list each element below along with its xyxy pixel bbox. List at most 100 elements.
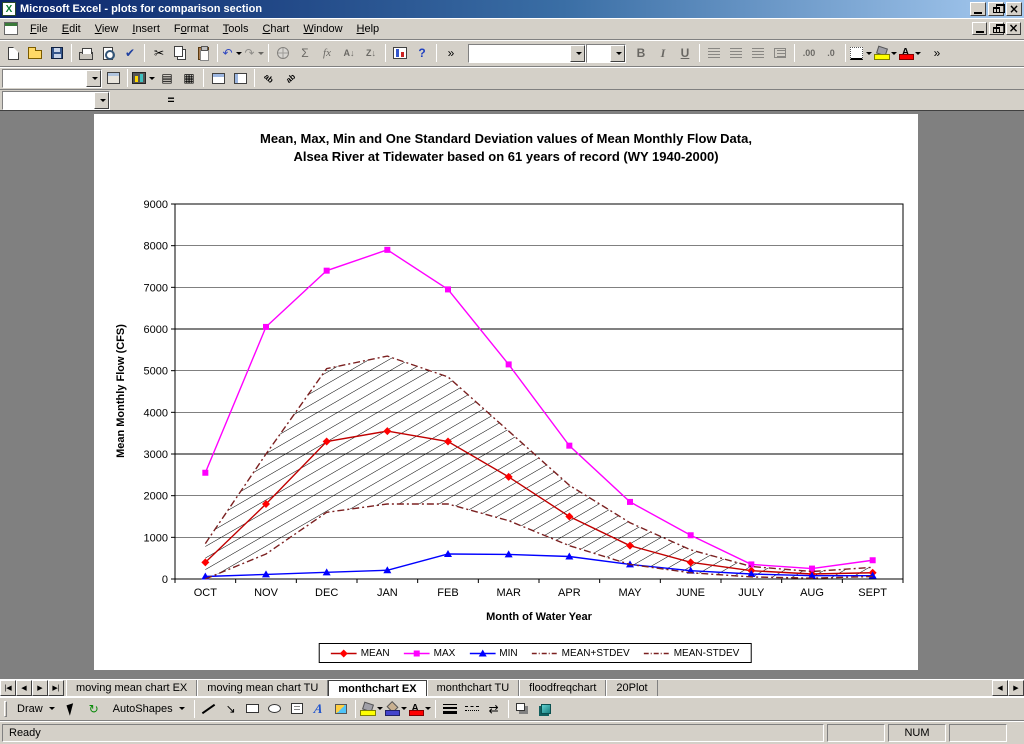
sheet-tab-floodfreqchart[interactable]: floodfreqchart (519, 680, 606, 696)
sheet-tab-monthchart-ex[interactable]: monthchart EX (328, 680, 426, 696)
line-button[interactable] (198, 699, 220, 719)
print-preview-button[interactable] (97, 43, 119, 63)
align-right-button[interactable] (747, 43, 769, 63)
arrow-button[interactable]: ↘ (220, 699, 242, 719)
text-box-button[interactable] (286, 699, 308, 719)
sheet-scroll-left-button[interactable]: ◀ (992, 680, 1008, 696)
spelling-button[interactable]: ✔ (119, 43, 141, 63)
by-row-button[interactable] (207, 68, 229, 88)
underline-button[interactable]: U (674, 43, 696, 63)
menu-window[interactable]: Window (296, 19, 349, 39)
sheet-tab-monthchart-tu[interactable]: monthchart TU (427, 680, 520, 696)
minimize-button[interactable] (970, 2, 986, 16)
fill-color-button[interactable] (359, 699, 384, 719)
menu-view[interactable]: View (88, 19, 126, 39)
align-left-button[interactable] (703, 43, 725, 63)
shadow-button[interactable] (512, 699, 534, 719)
menu-insert[interactable]: Insert (125, 19, 167, 39)
borders-button[interactable] (849, 43, 873, 63)
dash-style-button[interactable] (461, 699, 483, 719)
line-color-button[interactable] (384, 699, 408, 719)
redo-button[interactable]: ↷ (243, 43, 265, 63)
menu-tools[interactable]: Tools (216, 19, 256, 39)
font-size-dropdown-button[interactable] (610, 45, 625, 62)
formula-input[interactable] (180, 92, 1022, 109)
chart-sheet[interactable]: Mean, Max, Min and One Standard Deviatio… (94, 114, 918, 670)
menu-format[interactable]: Format (167, 19, 216, 39)
autosum-button[interactable]: Σ (294, 43, 316, 63)
help-button[interactable]: ? (411, 43, 433, 63)
angle-text-upward-button[interactable] (280, 68, 302, 88)
copy-button[interactable] (170, 43, 192, 63)
data-table-toggle-button[interactable]: ▦ (178, 68, 200, 88)
legend-item-mean-stdev[interactable]: MEAN-STDEV (637, 648, 747, 659)
rectangle-button[interactable] (242, 699, 264, 719)
legend-item-mean[interactable]: MEAN (324, 648, 397, 659)
merge-and-center-button[interactable] (769, 43, 791, 63)
angle-text-downward-button[interactable] (258, 68, 280, 88)
name-box-dropdown-button[interactable] (94, 92, 109, 109)
align-center-button[interactable] (725, 43, 747, 63)
close-window-button[interactable] (1006, 22, 1021, 35)
name-box[interactable] (2, 91, 110, 110)
new-button[interactable] (2, 43, 24, 63)
tab-scroll-next-button[interactable]: ▶ (32, 680, 48, 696)
3-d-button[interactable] (534, 699, 556, 719)
sort-ascending-button[interactable]: A↓ (338, 43, 360, 63)
draw-menu-button[interactable]: Draw (11, 699, 61, 719)
tab-scroll-first-button[interactable]: |◀ (0, 680, 16, 696)
restore-window-button[interactable] (989, 22, 1004, 35)
restore-button[interactable] (988, 2, 1004, 16)
insert-hyperlink-button[interactable] (272, 43, 294, 63)
sheet-scroll-right-button[interactable]: ▶ (1008, 680, 1024, 696)
toolbar-grab-handle[interactable] (4, 701, 7, 717)
free-rotate-button[interactable]: ↻ (83, 699, 105, 719)
legend-item-min[interactable]: MIN (462, 648, 524, 659)
oval-button[interactable] (264, 699, 286, 719)
tab-scroll-last-button[interactable]: ▶| (48, 680, 64, 696)
menu-file[interactable]: File (23, 19, 55, 39)
sheet-tab-20plot[interactable]: 20Plot (606, 680, 657, 696)
legend-item-max[interactable]: MAX (397, 648, 463, 659)
chart-objects-combo[interactable] (2, 69, 102, 88)
sheet-tab-moving-mean-chart-tu[interactable]: moving mean chart TU (197, 680, 328, 696)
select-objects-button[interactable] (61, 699, 83, 719)
insert-wordart-button[interactable] (308, 699, 330, 719)
tab-scroll-prev-button[interactable]: ◀ (16, 680, 32, 696)
increase-decimal-button[interactable]: .00 (798, 43, 820, 63)
arrow-style-button[interactable]: ⇄ (483, 699, 505, 719)
undo-button[interactable]: ↶ (221, 43, 243, 63)
paste-function-button[interactable]: fx (316, 43, 338, 63)
decrease-decimal-button[interactable]: .0 (820, 43, 842, 63)
open-button[interactable] (24, 43, 46, 63)
more-buttons-formatting-button[interactable]: » (926, 43, 948, 63)
minimize-window-button[interactable] (972, 22, 987, 35)
paste-button[interactable] (192, 43, 214, 63)
autoshapes-menu-button[interactable]: AutoShapes (107, 699, 191, 719)
save-button[interactable] (46, 43, 68, 63)
font-size-combo[interactable] (586, 44, 626, 63)
menu-help[interactable]: Help (350, 19, 387, 39)
chart-type-button[interactable] (131, 68, 156, 88)
more-buttons-standard-button[interactable]: » (440, 43, 462, 63)
menu-edit[interactable]: Edit (55, 19, 88, 39)
cut-button[interactable]: ✂ (148, 43, 170, 63)
sheet-tab-moving-mean-chart-ex[interactable]: moving mean chart EX (66, 680, 197, 696)
edit-formula-button[interactable]: = (162, 92, 180, 108)
insert-clip-art-button[interactable] (330, 699, 352, 719)
font-color-button[interactable] (408, 699, 432, 719)
menu-chart[interactable]: Chart (255, 19, 296, 39)
sort-descending-button[interactable]: Z↓ (360, 43, 382, 63)
legend-item-mean-stdev[interactable]: MEAN+STDEV (525, 648, 637, 659)
font-color-button[interactable] (898, 43, 922, 63)
font-name-combo[interactable] (468, 44, 586, 63)
font-name-dropdown-button[interactable] (570, 45, 585, 62)
bold-button[interactable]: B (630, 43, 652, 63)
print-button[interactable] (75, 43, 97, 63)
chart-objects-dropdown-button[interactable] (86, 70, 101, 87)
close-button[interactable] (1006, 2, 1022, 16)
line-style-button[interactable] (439, 699, 461, 719)
italic-button[interactable]: I (652, 43, 674, 63)
format-selected-object-button[interactable] (102, 68, 124, 88)
by-column-button[interactable] (229, 68, 251, 88)
